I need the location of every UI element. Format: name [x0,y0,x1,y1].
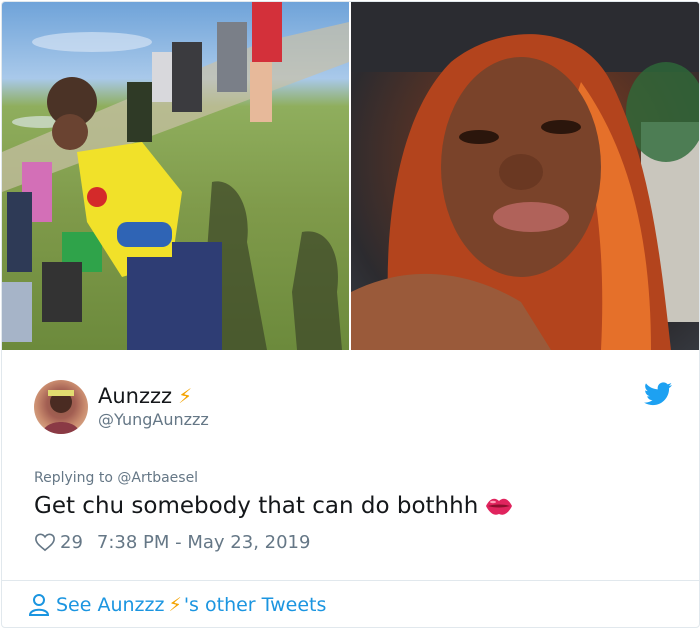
reply-context[interactable]: Replying to @Artbaesel [34,470,198,486]
avatar-photo-art [42,390,80,434]
lightning-emoji: ⚡ [168,594,182,616]
person-icon [28,594,50,616]
author-avatar[interactable] [34,380,88,434]
tweet-timestamp[interactable]: 7:38 PM - May 23, 2019 [97,532,311,553]
like-count[interactable]: 29 [60,532,83,553]
outdoor-photo-art [2,2,349,350]
footer-link-prefix: See Aunzzz [56,594,165,616]
photo-selfie[interactable] [351,2,699,350]
tweet-text: Get chu somebody that can do bothhh [34,493,514,519]
tweet-header: Aunzzz ⚡ @YungAunzzz [34,380,674,436]
footer-link-suffix: 's other Tweets [183,594,327,616]
photo-outdoor-group[interactable] [2,2,349,350]
tweet-card: Aunzzz ⚡ @YungAunzzz Replying to @Artbaes… [1,1,700,628]
author-name-text: Aunzzz [98,384,173,408]
tweet-meta: 29 7:38 PM - May 23, 2019 [34,530,310,554]
selfie-photo-art [351,2,699,350]
author-handle[interactable]: @YungAunzzz [98,410,209,429]
footer-divider [2,580,699,581]
kiss-mark-icon [486,498,513,515]
author-display-name[interactable]: Aunzzz ⚡ [98,384,192,408]
twitter-bird-icon[interactable] [644,382,672,406]
tweet-text-body: Get chu somebody that can do bothhh [34,493,479,519]
lightning-emoji: ⚡ [178,384,193,408]
heart-icon[interactable] [34,532,56,552]
see-other-tweets-link[interactable]: See Aunzzz ⚡'s other Tweets [28,592,326,618]
tweet-media [2,2,699,350]
